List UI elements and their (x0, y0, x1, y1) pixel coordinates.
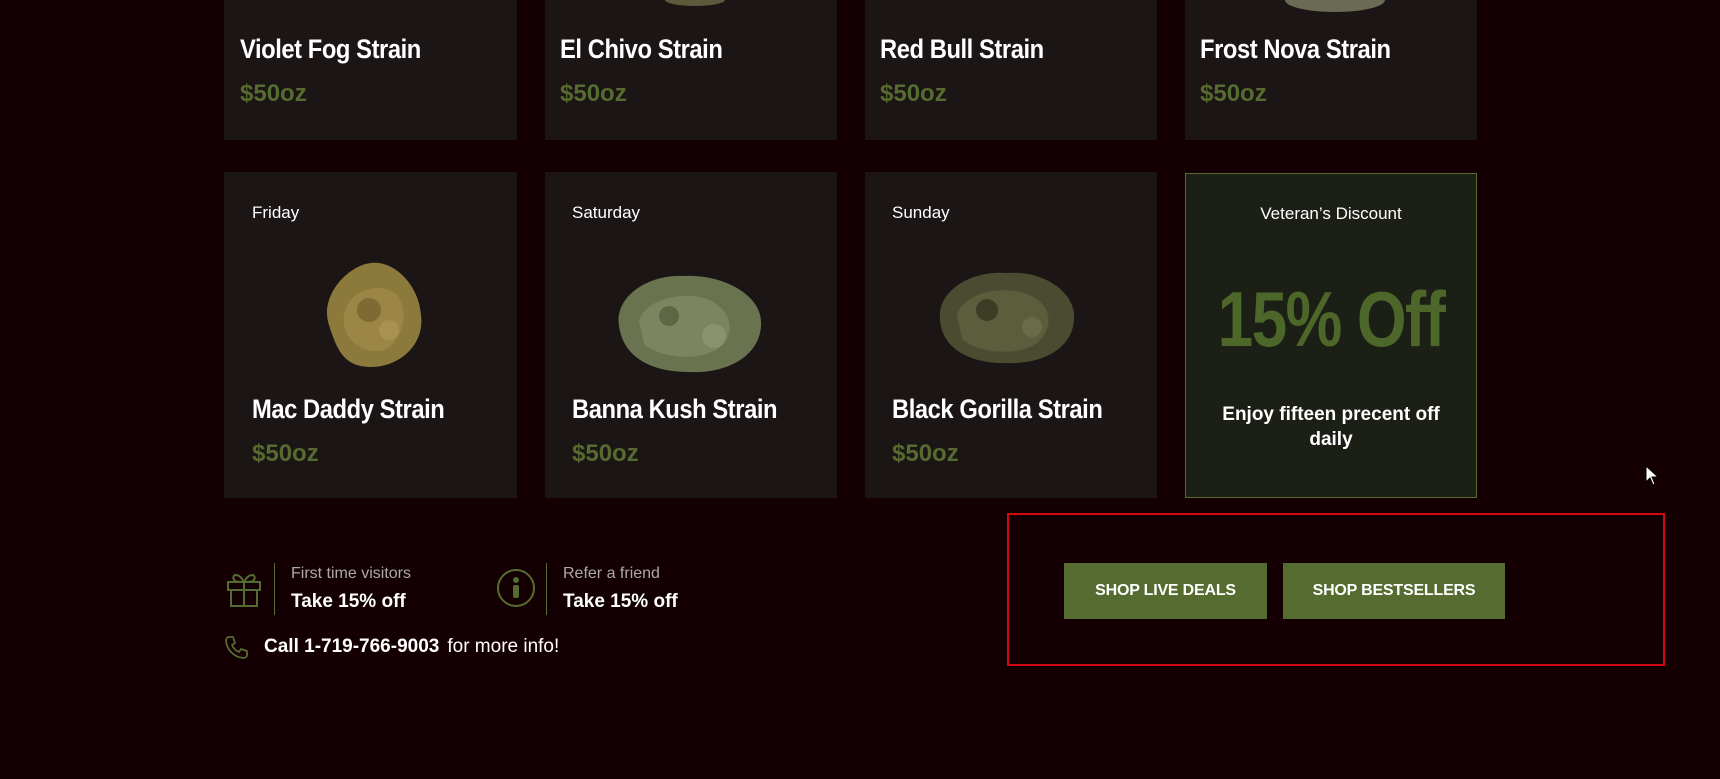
veteran-discount-value: 15% Off (1217, 275, 1446, 363)
product-price: $50oz (240, 80, 307, 107)
product-image (1285, 0, 1385, 12)
day-label: Sunday (892, 203, 950, 222)
gift-icon (227, 574, 261, 607)
veteran-discount-title: Veteran’s Discount (1260, 204, 1402, 223)
product-card-banna-kush[interactable]: Saturday Banna Kush Strain $50oz (545, 172, 837, 498)
product-price: $50oz (1200, 80, 1267, 107)
shop-bestsellers-button[interactable]: SHOP BESTSELLERS (1283, 563, 1505, 619)
promo-value: Take 15% off (563, 591, 678, 612)
product-name: Black Gorilla Strain (892, 394, 1103, 424)
day-label: Friday (252, 203, 300, 222)
phone-number-link[interactable]: Call 1-719-766-9003 (264, 636, 439, 658)
product-image (665, 0, 725, 6)
person-icon (497, 569, 535, 607)
product-price: $50oz (572, 440, 639, 467)
divider (274, 563, 275, 615)
product-price: $50oz (252, 440, 319, 467)
product-price: $50oz (560, 80, 627, 107)
call-info: Call 1-719-766-9003 for more info! (224, 633, 559, 661)
product-card-black-gorilla[interactable]: Sunday Black Gorilla Strain $50oz (865, 172, 1157, 498)
product-name: Violet Fog Strain (240, 34, 421, 64)
product-name: Frost Nova Strain (1200, 34, 1391, 64)
product-card-violet-fog[interactable]: Violet Fog Strain $50oz (224, 0, 517, 140)
day-label: Saturday (572, 203, 641, 222)
shop-live-deals-button[interactable]: SHOP LIVE DEALS (1064, 563, 1267, 619)
phone-icon (225, 636, 248, 659)
promo-label: First time visitors (291, 565, 411, 582)
product-price: $50oz (880, 80, 947, 107)
product-image (618, 275, 762, 373)
veteran-discount-text: Enjoy fifteen precent off daily (1222, 404, 1440, 450)
product-name: Mac Daddy Strain (252, 394, 445, 424)
product-name: Red Bull Strain (880, 34, 1044, 64)
product-card-frost-nova[interactable]: Frost Nova Strain $50oz (1185, 0, 1477, 140)
divider (546, 563, 547, 615)
product-card-red-bull[interactable]: Red Bull Strain $50oz (865, 0, 1157, 140)
call-suffix: for more info! (447, 636, 560, 657)
promo-value: Take 15% off (291, 591, 406, 612)
product-price: $50oz (892, 440, 959, 467)
product-image (327, 262, 422, 367)
product-image (939, 272, 1075, 364)
promo-label: Refer a friend (563, 565, 660, 582)
product-name: Banna Kush Strain (572, 394, 778, 424)
product-card-el-chivo[interactable]: El Chivo Strain $50oz (545, 0, 837, 140)
veteran-discount-card: Veteran’s Discount 15% Off Enjoy fifteen… (1185, 173, 1477, 498)
product-card-mac-daddy[interactable]: Friday Mac Daddy Strain $50oz (224, 172, 517, 498)
product-name: El Chivo Strain (560, 34, 723, 64)
mouse-cursor-icon (1645, 465, 1660, 486)
